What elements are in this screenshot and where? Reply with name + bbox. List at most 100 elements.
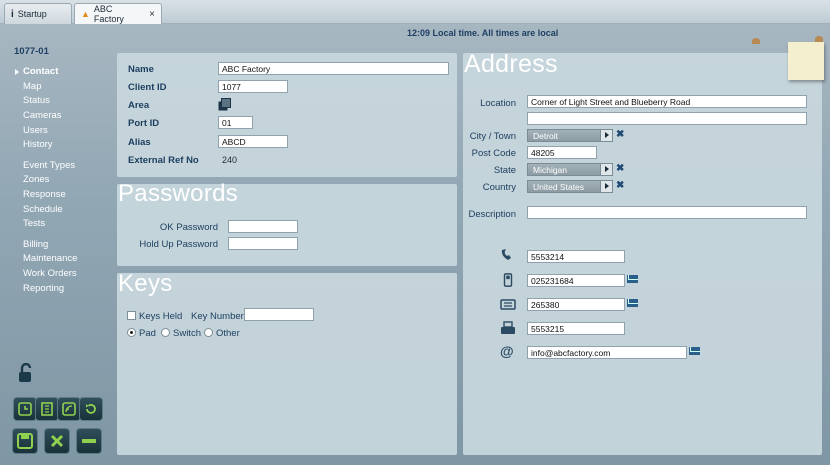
city-value: Detroit (533, 131, 559, 141)
close-icon[interactable]: × (149, 9, 155, 20)
person-icon: ▲ (81, 9, 90, 19)
dropdown-arrow-icon (600, 130, 612, 141)
clear-city-icon[interactable]: ✖ (616, 129, 624, 140)
close-icon (50, 434, 64, 448)
dropdown-arrow-icon (600, 164, 612, 175)
area-picker-icon[interactable] (218, 98, 231, 111)
radio-other[interactable] (204, 328, 213, 337)
postcode-label: Post Code (471, 148, 516, 159)
keys-held-checkbox[interactable] (127, 311, 136, 320)
save-icon (17, 433, 33, 449)
tab-abc-factory[interactable]: ▲ ABC Factory × (74, 3, 162, 24)
building-icon (41, 402, 53, 416)
port-id-label: Port ID (128, 118, 160, 129)
tab-startup-label: Startup (17, 9, 47, 19)
port-id-field[interactable]: 01 (218, 116, 253, 129)
sidebar-item-map[interactable]: Map (14, 80, 109, 95)
city-dropdown[interactable]: Detroit (527, 129, 613, 142)
unlock-icon[interactable] (17, 363, 35, 383)
remove-button[interactable] (76, 428, 102, 454)
save-button[interactable] (12, 428, 38, 454)
refresh-icon (86, 404, 96, 414)
external-ref-value: 240 (222, 155, 238, 165)
sidebar-item-maintenance[interactable]: Maintenance (14, 252, 109, 267)
pin-icon (752, 38, 760, 44)
signal-button[interactable] (57, 397, 81, 421)
sidebar-item-tests[interactable]: Tests (14, 217, 109, 232)
location-line1-field[interactable]: Corner of Light Street and Blueberry Roa… (527, 95, 807, 108)
radio-switch-label: Switch (173, 328, 201, 339)
description-field[interactable] (527, 206, 807, 219)
radio-pad[interactable] (127, 328, 136, 337)
city-label: City / Town (469, 131, 516, 142)
building-button[interactable] (35, 397, 59, 421)
radio-other-label: Other (216, 328, 240, 339)
sidebar-item-contact[interactable]: Contact (14, 65, 109, 80)
state-label: State (493, 165, 516, 176)
client-id-field[interactable]: 1077 (218, 80, 288, 93)
clear-state-icon[interactable]: ✖ (616, 163, 624, 174)
location-line2-field[interactable] (527, 112, 807, 125)
sidebar-item-zones[interactable]: Zones (14, 173, 109, 188)
state-dropdown[interactable]: Michigan (527, 163, 613, 176)
email-at-icon: @ (500, 343, 514, 359)
email-field[interactable]: info@abcfactory.com (527, 346, 687, 359)
tab-abc-factory-label: ABC Factory (93, 4, 124, 24)
postcode-field[interactable]: 48205 (527, 146, 597, 159)
name-field[interactable]: ABC Factory (218, 62, 449, 75)
alarm-clock-icon (18, 402, 32, 416)
mobile-field[interactable]: 025231684 (527, 274, 625, 287)
refresh-button[interactable] (79, 397, 103, 421)
area-label: Area (128, 100, 150, 111)
fax-icon (500, 299, 516, 310)
key-number-label: Key Number (191, 311, 244, 322)
holdup-password-field[interactable] (228, 237, 298, 250)
sidebar-item-users[interactable]: Users (14, 124, 109, 139)
country-dropdown[interactable]: United States (527, 180, 613, 193)
address-panel: Address Location Corner of Light Street … (463, 52, 822, 455)
fax-field[interactable]: 265380 (527, 298, 625, 311)
local-time-banner: 12:09 Local time. All times are local (407, 28, 559, 38)
minus-icon (82, 439, 96, 443)
telephone-icon (501, 321, 515, 334)
description-label: Description (468, 209, 516, 220)
send-email-icon[interactable] (689, 347, 700, 355)
keys-panel: Keys Keys Held Key Number Pad Switch Oth… (117, 272, 457, 455)
alarm-clock-button[interactable] (13, 397, 37, 421)
phone-icon (501, 249, 511, 260)
sidebar-item-work-orders[interactable]: Work Orders (14, 267, 109, 282)
keys-held-label: Keys Held (139, 311, 183, 322)
passwords-panel: Passwords OK Password Hold Up Password (117, 182, 457, 266)
sidebar-item-response[interactable]: Response (14, 188, 109, 203)
cancel-button[interactable] (44, 428, 70, 454)
holdup-password-label: Hold Up Password (139, 239, 218, 250)
phone-field[interactable]: 5553214 (527, 250, 625, 263)
alias-field[interactable]: ABCD (218, 135, 288, 148)
external-ref-label: External Ref No (128, 155, 199, 166)
sidebar-item-schedule[interactable]: Schedule (14, 203, 109, 218)
pin-icon (815, 36, 823, 42)
dropdown-arrow-icon (600, 181, 612, 192)
email-fax-icon[interactable] (627, 299, 638, 307)
telephone2-field[interactable]: 5553215 (527, 322, 625, 335)
ok-password-label: OK Password (159, 222, 218, 233)
site-id: 1077-01 (14, 46, 49, 57)
client-id-label: Client ID (128, 82, 167, 93)
name-label: Name (128, 64, 154, 75)
mobile-phone-icon (503, 273, 513, 287)
radio-switch[interactable] (161, 328, 170, 337)
sticky-note[interactable] (788, 42, 824, 80)
ok-password-field[interactable] (228, 220, 298, 233)
clear-country-icon[interactable]: ✖ (616, 180, 624, 191)
sidebar-item-cameras[interactable]: Cameras (14, 109, 109, 124)
radio-pad-label: Pad (139, 328, 156, 339)
tab-bar: i Startup ▲ ABC Factory × (0, 0, 830, 24)
sidebar-item-event-types[interactable]: Event Types (14, 159, 109, 174)
key-number-field[interactable] (244, 308, 314, 321)
tab-startup[interactable]: i Startup (4, 3, 72, 24)
sidebar-item-history[interactable]: History (14, 138, 109, 153)
sidebar-item-billing[interactable]: Billing (14, 238, 109, 253)
sidebar-item-reporting[interactable]: Reporting (14, 282, 109, 297)
sms-icon[interactable] (627, 275, 638, 283)
sidebar-item-status[interactable]: Status (14, 94, 109, 109)
